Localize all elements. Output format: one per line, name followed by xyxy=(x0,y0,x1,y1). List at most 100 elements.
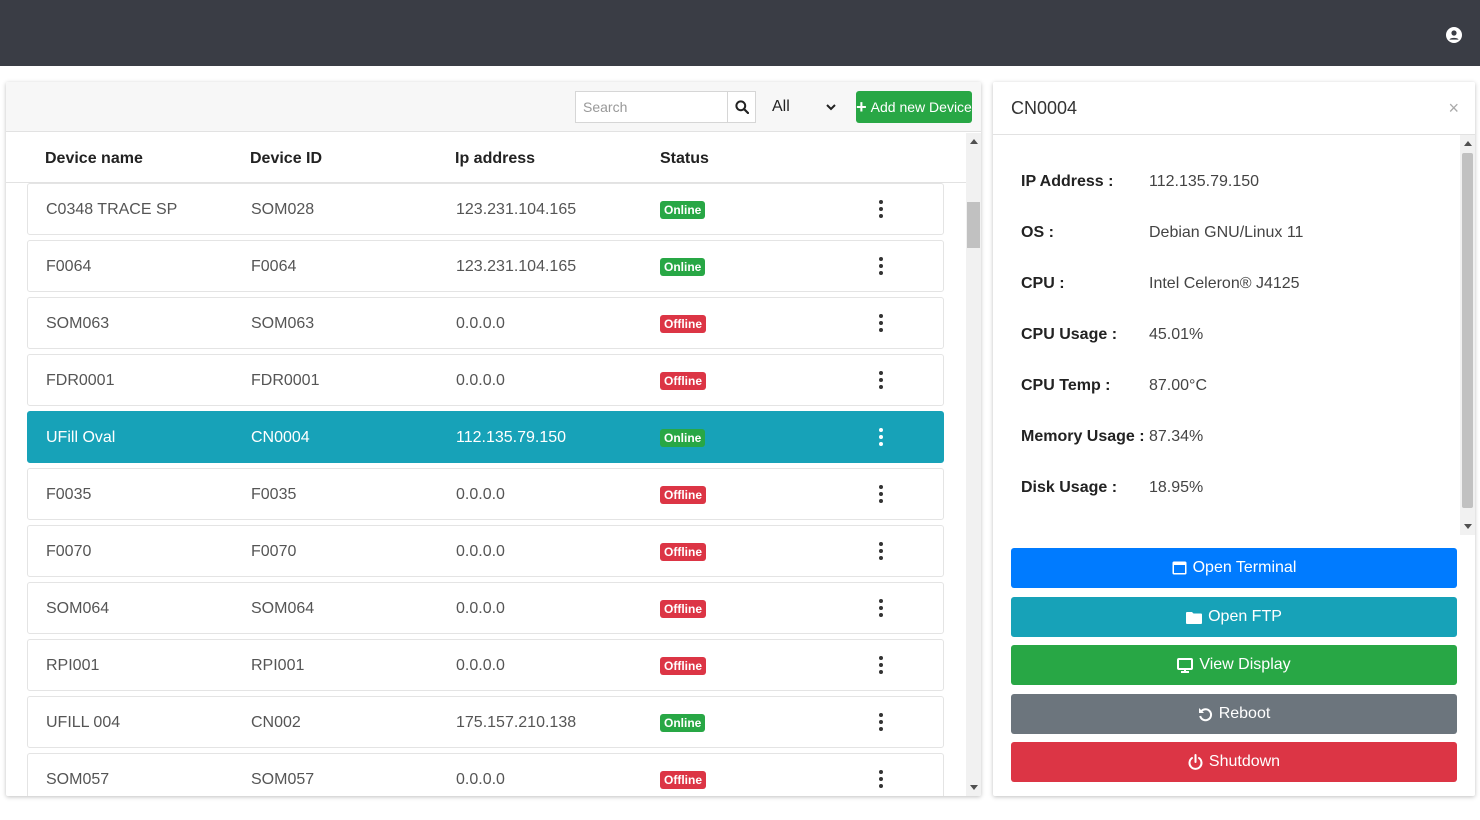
scroll-up-arrow-icon[interactable] xyxy=(970,139,978,144)
device-name-cell: SOM057 xyxy=(46,771,110,788)
device-detail-title: CN0004 xyxy=(1011,98,1078,118)
top-navbar xyxy=(0,0,1480,66)
terminal-window-icon xyxy=(1172,561,1187,575)
folder-icon xyxy=(1186,611,1203,624)
table-row-selected[interactable]: UFill Oval CN0004 112.135.79.150 Online xyxy=(27,411,944,463)
add-device-button[interactable]: + Add new Device xyxy=(856,91,972,123)
device-id-cell: F0035 xyxy=(251,486,297,503)
scroll-down-arrow-icon[interactable] xyxy=(970,785,978,790)
column-header-ip-address[interactable]: Ip address xyxy=(455,150,535,168)
cpu-temp-label: CPU Temp : xyxy=(1021,377,1111,394)
search-button[interactable] xyxy=(728,91,756,123)
status-badge: Online xyxy=(660,201,706,219)
device-id-cell: SOM064 xyxy=(251,600,315,617)
table-row[interactable]: F0035 F0035 0.0.0.0 Offline xyxy=(27,468,944,520)
search-input[interactable] xyxy=(575,91,728,123)
row-actions-menu-icon[interactable] xyxy=(877,257,885,275)
device-detail-scrollbar[interactable] xyxy=(1460,135,1475,535)
status-badge: Offline xyxy=(660,771,706,789)
device-name-cell: F0064 xyxy=(46,258,92,275)
status-badge: Offline xyxy=(660,543,706,561)
row-actions-menu-icon[interactable] xyxy=(877,656,885,674)
open-terminal-button[interactable]: Open Terminal xyxy=(1011,548,1457,588)
ip-address-cell: 0.0.0.0 xyxy=(456,315,505,332)
device-name-cell: SOM063 xyxy=(46,315,110,332)
ip-address-cell: 0.0.0.0 xyxy=(456,486,505,503)
ip-address-cell: 0.0.0.0 xyxy=(456,543,505,560)
cpu-value: Intel Celeron® J4125 xyxy=(1149,275,1300,292)
row-actions-menu-icon[interactable] xyxy=(877,542,885,560)
status-filter-value: All xyxy=(772,98,790,115)
device-id-cell: F0064 xyxy=(251,258,297,275)
row-actions-menu-icon[interactable] xyxy=(877,770,885,788)
ip-address-cell: 0.0.0.0 xyxy=(456,600,505,617)
row-actions-menu-icon[interactable] xyxy=(877,713,885,731)
close-icon[interactable]: × xyxy=(1448,99,1459,117)
shutdown-label: Shutdown xyxy=(1208,753,1281,770)
ip-address-cell: 0.0.0.0 xyxy=(456,771,505,788)
table-row[interactable]: UFILL 004 CN002 175.157.210.138 Online xyxy=(27,696,944,748)
table-row[interactable]: FDR0001 FDR0001 0.0.0.0 Offline xyxy=(27,354,944,406)
cpu-temp-value: 87.00°C xyxy=(1149,377,1207,394)
cpu-label: CPU : xyxy=(1021,275,1065,292)
device-id-cell: CN0004 xyxy=(251,429,310,446)
table-row[interactable]: RPI001 RPI001 0.0.0.0 Offline xyxy=(27,639,944,691)
device-id-cell: SOM028 xyxy=(251,201,315,218)
view-display-button[interactable]: View Display xyxy=(1011,645,1457,685)
row-actions-menu-icon[interactable] xyxy=(877,200,885,218)
column-header-device-id[interactable]: Device ID xyxy=(250,150,322,168)
plus-icon: + xyxy=(856,97,867,117)
ip-address-cell: 123.231.104.165 xyxy=(456,201,577,218)
table-row[interactable]: SOM057 SOM057 0.0.0.0 Offline xyxy=(27,753,944,796)
device-name-cell: RPI001 xyxy=(46,657,100,674)
device-list-panel: All + Add new Device Device name Device … xyxy=(6,82,981,796)
status-badge: Offline xyxy=(660,486,706,504)
scroll-up-arrow-icon[interactable] xyxy=(1464,141,1472,146)
table-row[interactable]: F0064 F0064 123.231.104.165 Online xyxy=(27,240,944,292)
reboot-button[interactable]: Reboot xyxy=(1011,694,1457,734)
device-name-cell: FDR0001 xyxy=(46,372,115,389)
status-badge: Offline xyxy=(660,315,706,333)
disk-usage-label: Disk Usage : xyxy=(1021,479,1118,496)
column-header-device-name[interactable]: Device name xyxy=(45,150,143,168)
disk-usage-value: 18.95% xyxy=(1149,479,1204,496)
device-name-cell: F0070 xyxy=(46,543,92,560)
row-actions-menu-icon[interactable] xyxy=(877,599,885,617)
device-id-cell: SOM057 xyxy=(251,771,315,788)
column-header-status[interactable]: Status xyxy=(660,150,709,168)
device-name-cell: UFILL 004 xyxy=(46,714,121,731)
cpu-usage-label: CPU Usage : xyxy=(1021,326,1118,343)
view-display-label: View Display xyxy=(1199,656,1291,673)
row-actions-menu-icon[interactable] xyxy=(877,371,885,389)
scrollbar-thumb[interactable] xyxy=(967,202,980,248)
device-name-cell: F0035 xyxy=(46,486,92,503)
row-actions-menu-icon[interactable] xyxy=(877,485,885,503)
shutdown-button[interactable]: Shutdown xyxy=(1011,742,1457,782)
table-header: Device name Device ID Ip address Status xyxy=(6,133,966,183)
power-icon xyxy=(1188,754,1203,770)
rotate-left-icon xyxy=(1198,707,1212,721)
scrollbar-thumb[interactable] xyxy=(1462,153,1473,508)
open-ftp-button[interactable]: Open FTP xyxy=(1011,597,1457,637)
memory-usage-label: Memory Usage : xyxy=(1021,428,1145,445)
ip-address-cell: 123.231.104.165 xyxy=(456,258,577,275)
status-badge: Online xyxy=(660,258,706,276)
table-row[interactable]: C0348 TRACE SP SOM028 123.231.104.165 On… xyxy=(27,183,944,235)
row-actions-menu-icon[interactable] xyxy=(877,314,885,332)
table-row[interactable]: SOM063 SOM063 0.0.0.0 Offline xyxy=(27,297,944,349)
row-actions-menu-icon[interactable] xyxy=(877,428,885,446)
device-detail-panel: CN0004 × IP Address : 112.135.79.150 OS … xyxy=(993,82,1475,796)
device-list-scrollbar[interactable] xyxy=(966,133,981,796)
user-account-icon[interactable] xyxy=(1446,27,1462,43)
open-ftp-label: Open FTP xyxy=(1208,608,1282,625)
os-label: OS : xyxy=(1021,224,1054,241)
ip-address-cell: 0.0.0.0 xyxy=(456,657,505,674)
status-badge: Offline xyxy=(660,600,706,618)
table-row[interactable]: SOM064 SOM064 0.0.0.0 Offline xyxy=(27,582,944,634)
device-id-cell: SOM063 xyxy=(251,315,315,332)
ip-address-cell: 0.0.0.0 xyxy=(456,372,505,389)
table-row[interactable]: F0070 F0070 0.0.0.0 Offline xyxy=(27,525,944,577)
scroll-down-arrow-icon[interactable] xyxy=(1464,524,1472,529)
add-device-label: Add new Device xyxy=(870,99,972,115)
status-filter-select[interactable]: All xyxy=(766,91,842,123)
